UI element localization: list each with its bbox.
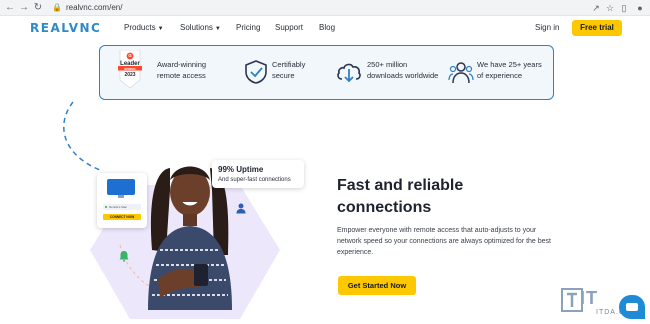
hero-body: Empower everyone with remote access that… [337,227,552,256]
online-status-dot [105,206,107,208]
award-line2: downloads worldwide [367,71,439,80]
free-trial-button[interactable]: Free trial [572,20,622,36]
chevron-down-icon: ▼ [157,26,164,32]
chat-icon [626,303,638,311]
award-line1: We have 25+ years [477,60,542,69]
nav-products[interactable]: Products ▼ [124,23,164,32]
device-row-label: Dentist's Mac [109,205,127,209]
g2-badge-icon [118,50,142,89]
site-header: REALVNC Products ▼ Solutions ▼ Pricing Sup… [0,16,650,42]
reload-icon[interactable]: ↻ [32,2,44,14]
nav-blog[interactable]: Blog [319,23,335,32]
device-row: Dentist's Mac [103,204,141,210]
bell-icon [119,251,129,262]
uptime-subtitle: And super-fast connections [218,177,291,183]
chat-button[interactable] [619,295,645,319]
get-started-button[interactable]: Get Started Now [338,276,416,295]
users-icon [448,62,474,84]
award-line1: Award-winning [157,60,207,69]
uptime-card: 99% Uptime And super-fast connections [212,160,304,188]
chevron-down-icon: ▼ [214,26,221,32]
nav-pricing[interactable]: Pricing [236,23,260,32]
monitor-stand [118,195,124,198]
address-bar[interactable]: 🔒 realvnc.com/en/ [52,2,582,14]
profile-icon[interactable]: ● [634,2,646,14]
nav-solutions[interactable]: Solutions ▼ [180,23,221,32]
award-line1: 250+ million [367,60,408,69]
lock-icon: 🔒 [52,3,62,12]
award-line2: remote access [157,71,206,80]
share-icon[interactable]: ↗ [590,2,602,14]
uptime-title: 99% Uptime [218,165,264,174]
browser-toolbar: ← → ↻ 🔒 realvnc.com/en/ ↗ ☆ ▯ ● [0,0,650,16]
nav-solutions-label: Solutions [180,23,213,32]
nav-products-label: Products [124,23,156,32]
sidebar-icon[interactable]: ▯ [618,2,630,14]
award-line1: Certifiably [272,60,306,69]
connect-now-button[interactable]: CONNECT NOW [103,214,141,220]
sign-in-link[interactable]: Sign in [535,23,559,32]
nav-support[interactable]: Support [275,23,303,32]
watermark-text: IT [580,288,598,308]
star-icon[interactable]: ☆ [604,2,616,14]
hero-headline: Fast and reliable connections [337,177,464,216]
device-card: Dentist's Mac CONNECT NOW [97,173,147,228]
user-icon [236,203,246,214]
awards-strip: G Leader SPRING 2023 Award-winning remot… [99,45,554,100]
forward-icon[interactable]: → [18,2,30,14]
award-line2: secure [272,71,295,80]
award-line2: of experience [477,71,523,80]
realvnc-logo[interactable]: REALVNC [30,21,101,35]
shield-check-icon [245,60,267,84]
cloud-download-icon [337,63,361,83]
monitor-icon [107,179,135,195]
url-text: realvnc.com/en/ [65,3,123,12]
back-icon[interactable]: ← [4,2,16,14]
